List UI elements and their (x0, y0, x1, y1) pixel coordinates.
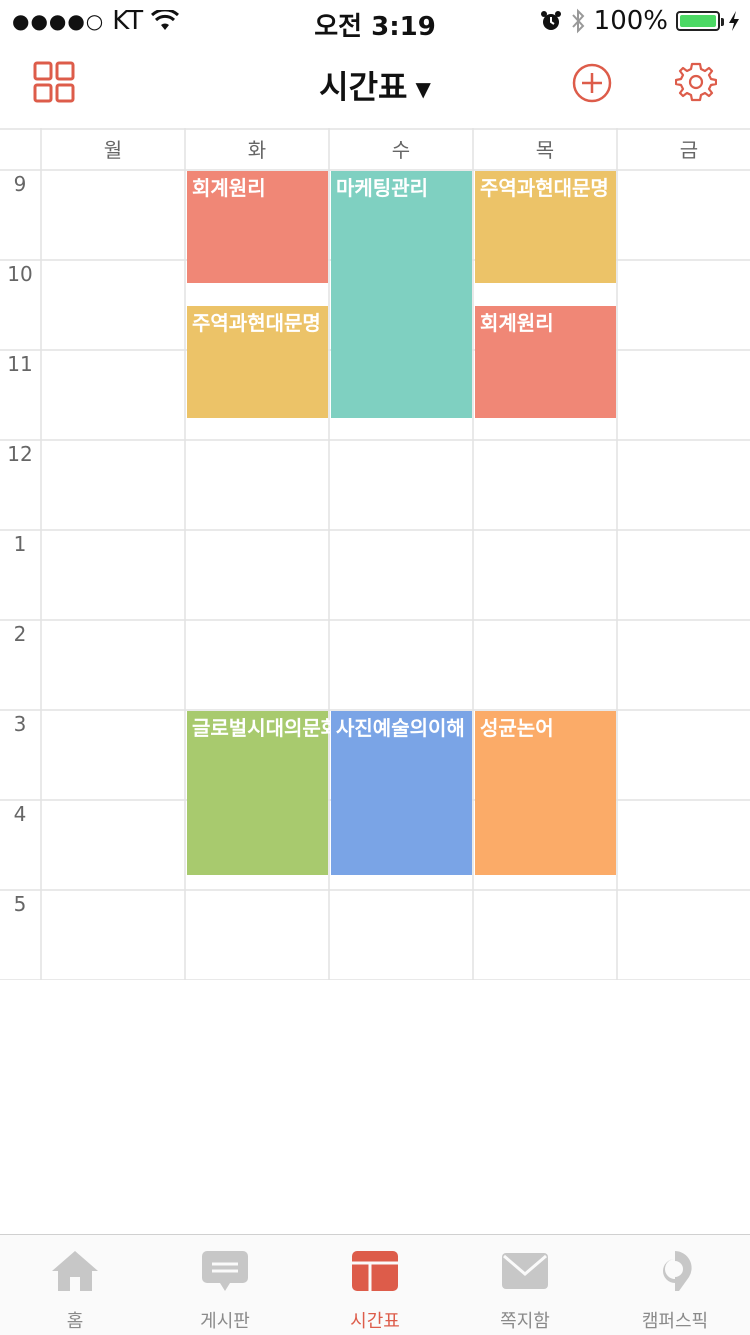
chat-bubble-icon (202, 1251, 248, 1291)
course-block[interactable]: 주역과현대문명 (475, 171, 616, 283)
day-header: 수 (391, 138, 411, 162)
hour-label: 4 (13, 802, 27, 826)
hour-label: 11 (7, 352, 33, 376)
hour-label: 5 (13, 892, 27, 916)
mail-icon (502, 1253, 548, 1289)
page-title: 시간표 (319, 68, 408, 106)
nav-bar: 시간표 ▼ (0, 40, 750, 128)
bluetooth-icon (571, 8, 585, 34)
day-header: 목 (535, 138, 555, 162)
charging-icon (729, 11, 739, 31)
course-block[interactable]: 주역과현대문명 (187, 306, 328, 418)
hour-label: 9 (13, 172, 27, 196)
course-block[interactable]: 회계원리 (475, 306, 616, 418)
timetable-icon (352, 1251, 398, 1291)
tab-label-home: 홈 (66, 1311, 84, 1332)
tab-label-timetable: 시간표 (350, 1311, 400, 1332)
add-icon[interactable] (571, 62, 613, 104)
course-block[interactable]: 성균논어 (475, 711, 616, 875)
course-block[interactable]: 글로벌시대의문화이해 (187, 711, 376, 875)
battery-percent: 100% (593, 6, 668, 36)
day-header: 월 (103, 138, 123, 162)
battery-icon (676, 11, 724, 31)
tab-label-campuspick: 캠퍼스픽 (641, 1311, 709, 1332)
course-block[interactable]: 사진예술의이해 (331, 711, 472, 875)
campuspick-icon (663, 1251, 692, 1291)
day-header: 화 (247, 138, 267, 162)
tab-home[interactable]: 홈 (0, 1235, 150, 1335)
hour-label: 3 (13, 712, 27, 736)
hour-label: 12 (7, 442, 33, 466)
status-bar: ●●●●○ KT 오전 3:19 100% (0, 0, 750, 42)
home-icon (52, 1251, 98, 1291)
dropdown-caret-icon: ▼ (415, 77, 431, 101)
tab-timetable[interactable]: 시간표 (300, 1235, 450, 1335)
day-header: 금 (679, 138, 699, 162)
tab-campuspick[interactable]: 캠퍼스픽 (600, 1235, 750, 1335)
course-block[interactable]: 회계원리 (187, 171, 328, 283)
timetable-title[interactable]: 시간표 ▼ (0, 62, 750, 108)
tab-board[interactable]: 게시판 (150, 1235, 300, 1335)
settings-gear-icon[interactable] (675, 61, 717, 103)
alarm-icon (540, 11, 561, 30)
tab-label-board: 게시판 (200, 1311, 250, 1332)
hour-label: 10 (7, 262, 33, 286)
hour-label: 1 (13, 532, 27, 556)
status-right: 100% (540, 6, 740, 36)
tab-label-messages: 쪽지함 (500, 1311, 550, 1332)
tab-messages[interactable]: 쪽지함 (450, 1235, 600, 1335)
hour-label: 2 (13, 622, 27, 646)
timetable-grid: 월화수목금 9 10 11 12 1 2 3 4 5 회계원리 주역과현대문명 마케팅관리 주역과현대… (0, 128, 750, 980)
tab-bar: 홈 게시판 시간표 쪽지함 캠퍼스픽 (0, 1234, 750, 1335)
course-block[interactable]: 마케팅관리 (331, 171, 472, 418)
